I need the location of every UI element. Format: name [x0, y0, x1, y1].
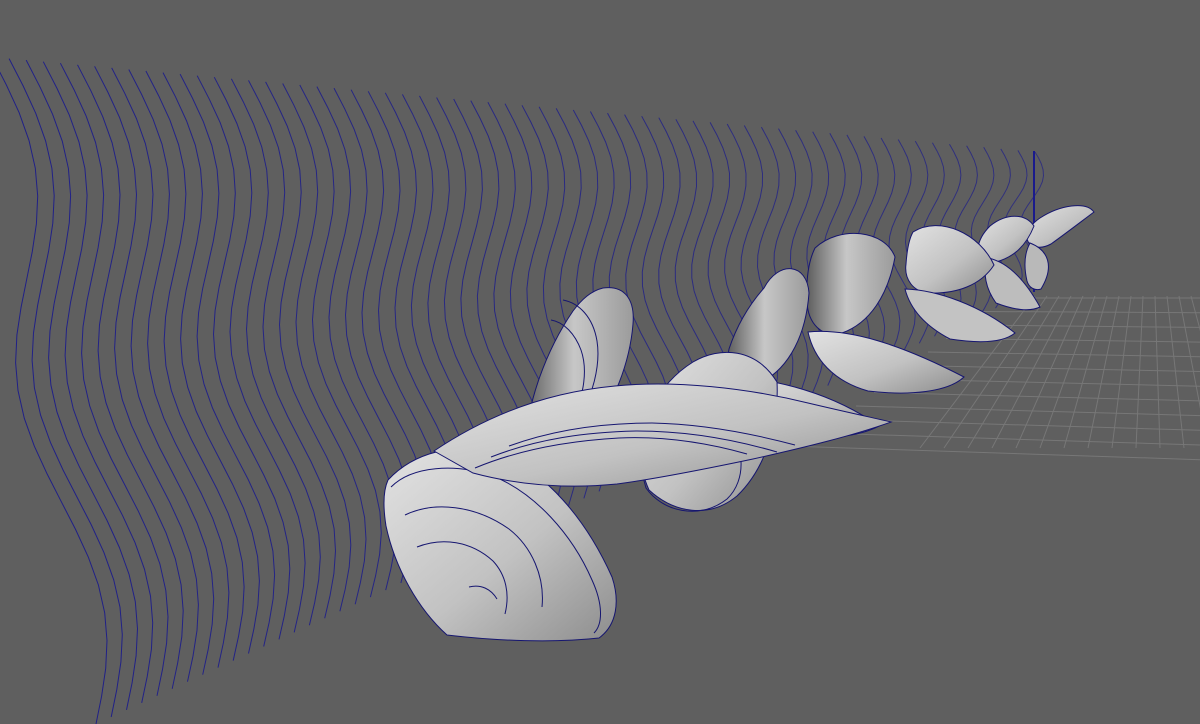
3d-viewport[interactable] [0, 0, 1200, 724]
viewport-canvas[interactable] [0, 0, 1200, 724]
